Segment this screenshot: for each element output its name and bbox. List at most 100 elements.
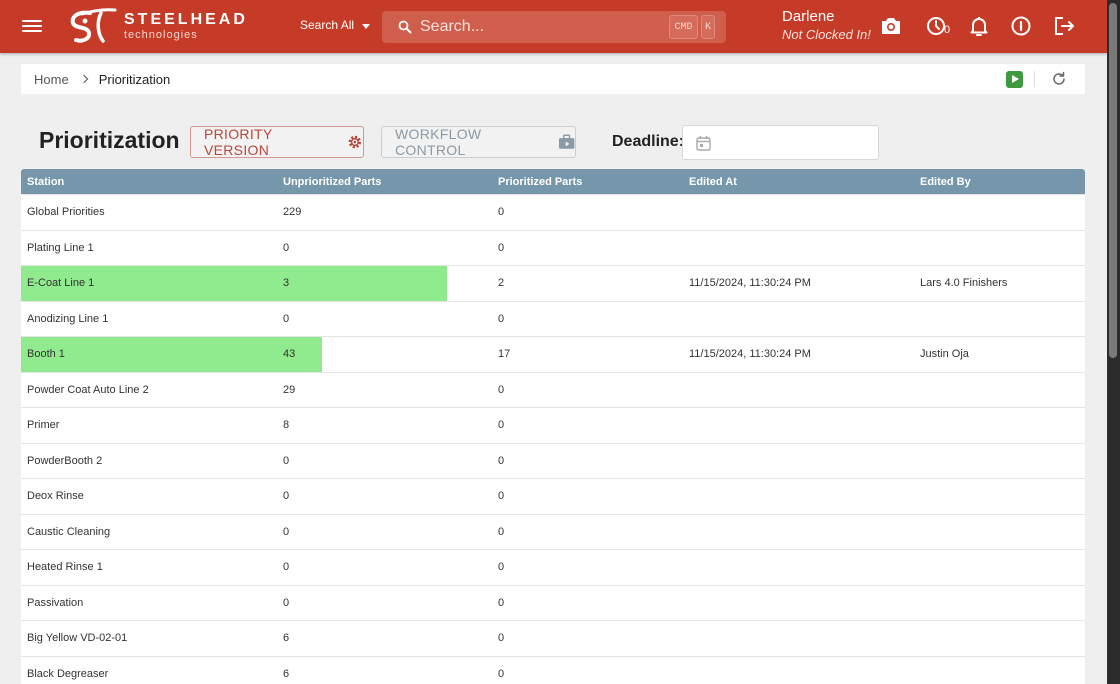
cell-edited-at: 11/15/2024, 11:30:24 PM (689, 348, 811, 360)
cell-station: Anodizing Line 1 (27, 312, 109, 325)
cell-station: E-Coat Line 1 (27, 277, 95, 289)
cell-station: Primer (27, 419, 60, 431)
top-navbar: STEELHEAD technologies Search All CMD K … (0, 0, 1107, 53)
logo-mark-icon (70, 8, 117, 43)
camera-icon[interactable] (879, 14, 903, 38)
global-search[interactable]: CMD K (382, 11, 726, 43)
table-row[interactable]: Anodizing Line 1 0 0 (21, 300, 1085, 336)
cell-edited-by: Justin Oja (920, 348, 969, 360)
cell-station: Passivation (27, 596, 84, 609)
cell-prioritized: 0 (498, 490, 505, 502)
column-header-edited-by[interactable]: Edited By (920, 176, 971, 188)
time-clock-icon[interactable]: 0 (925, 14, 951, 38)
logout-icon[interactable] (1052, 14, 1076, 38)
cell-prioritized: 0 (498, 206, 505, 218)
table-row[interactable]: E-Coat Line 1 3 2 11/15/2024, 11:30:24 PM La… (21, 265, 1085, 301)
table-row[interactable]: Deox Rinse 0 0 (21, 478, 1085, 514)
deadline-date-input[interactable] (682, 125, 879, 160)
cell-prioritized: 0 (498, 561, 505, 573)
cell-unprioritized: 0 (283, 525, 290, 538)
clock-count-badge: 0 (944, 24, 951, 36)
cell-prioritized: 2 (498, 277, 505, 289)
priority-progress-bar (21, 337, 323, 372)
cell-station: Powder Coat Auto Line 2 (27, 383, 149, 396)
cell-prioritized: 0 (498, 667, 505, 680)
cell-station: Big Yellow VD-02-01 (27, 632, 128, 644)
table-row[interactable]: Big Yellow VD-02-01 6 0 (21, 620, 1085, 656)
cell-prioritized: 0 (498, 454, 505, 467)
breadcrumb-current: Prioritization (98, 71, 171, 87)
breadcrumb: Home Prioritization (21, 64, 1085, 94)
cell-station: PowderBooth 2 (27, 454, 103, 467)
cell-station: Black Degreaser (27, 667, 109, 680)
column-header-prioritized[interactable]: Prioritized Parts (498, 176, 582, 188)
cell-unprioritized: 8 (283, 419, 290, 431)
cell-prioritized: 0 (498, 596, 505, 609)
shortcut-key-cmd: CMD (669, 15, 698, 39)
play-icon[interactable] (1006, 71, 1023, 88)
page-scrollbar[interactable] (1107, 0, 1120, 684)
cell-unprioritized: 0 (283, 596, 290, 609)
search-scope-dropdown[interactable]: Search All (300, 18, 371, 32)
cell-unprioritized: 29 (283, 383, 296, 396)
breadcrumb-home-link[interactable]: Home (34, 72, 69, 87)
user-info[interactable]: Darlene Not Clocked In! (782, 8, 871, 44)
deadline-label: Deadline: (612, 133, 685, 150)
cell-station: Plating Line 1 (27, 241, 94, 254)
table-row[interactable]: Powder Coat Auto Line 2 29 0 (21, 371, 1085, 407)
column-header-edited-at[interactable]: Edited At (689, 176, 737, 188)
table-row[interactable]: Global Priorities 229 0 (21, 194, 1085, 230)
table-row[interactable]: Passivation 0 0 (21, 584, 1085, 620)
cell-prioritized: 0 (498, 632, 505, 644)
table-row[interactable]: Caustic Cleaning 0 0 (21, 513, 1085, 549)
cell-station: Booth 1 (27, 348, 65, 360)
cell-station: Heated Rinse 1 (27, 561, 103, 573)
cell-unprioritized: 229 (283, 206, 302, 218)
refresh-icon[interactable] (1051, 71, 1067, 87)
shortcut-key-k: K (701, 15, 715, 39)
clock-status: Not Clocked In! (782, 27, 871, 42)
caret-down-icon (362, 23, 371, 29)
menu-icon[interactable] (22, 17, 42, 35)
priority-version-label: PRIORITY VERSION (204, 126, 273, 158)
cell-edited-at: 11/15/2024, 11:30:24 PM (689, 277, 811, 289)
search-icon (398, 20, 412, 34)
briefcase-play-icon (558, 134, 575, 149)
cell-station: Global Priorities (27, 206, 105, 218)
table-row[interactable]: Heated Rinse 1 0 0 (21, 549, 1085, 585)
divider (1034, 71, 1035, 87)
workflow-control-button[interactable]: WORKFLOW CONTROL (381, 126, 576, 158)
table-header: Station Unprioritized Parts Prioritized … (21, 169, 1085, 194)
table-row[interactable]: Primer 8 0 (21, 407, 1085, 443)
cell-prioritized: 17 (498, 348, 511, 360)
cell-unprioritized: 3 (283, 277, 290, 289)
brand-name: STEELHEAD (124, 11, 248, 28)
search-input[interactable] (420, 18, 660, 36)
table-body: Global Priorities 229 0 Plating Line 1 0 0 E-C… (21, 194, 1085, 684)
calendar-icon (696, 136, 711, 151)
cell-unprioritized: 0 (283, 454, 290, 467)
cell-unprioritized: 0 (283, 312, 290, 325)
search-scope-label: Search All (300, 18, 355, 32)
steelhead-logo[interactable]: STEELHEAD technologies (68, 7, 248, 45)
cell-prioritized: 0 (498, 241, 505, 254)
cell-station: Deox Rinse (27, 490, 84, 502)
column-header-unprioritized[interactable]: Unprioritized Parts (283, 176, 381, 188)
cell-prioritized: 0 (498, 419, 505, 431)
cell-prioritized: 0 (498, 525, 505, 538)
scrollbar-thumb[interactable] (1109, 3, 1117, 358)
table-row[interactable]: Black Degreaser 6 0 (21, 655, 1085, 684)
bell-icon[interactable] (967, 14, 991, 38)
cell-unprioritized: 0 (283, 561, 290, 573)
table-row[interactable]: Plating Line 1 0 0 (21, 229, 1085, 265)
priority-version-button[interactable]: PRIORITY VERSION (190, 126, 364, 158)
user-name: Darlene (782, 8, 835, 25)
cell-unprioritized: 6 (283, 667, 290, 680)
cell-prioritized: 0 (498, 383, 505, 396)
cell-prioritized: 0 (498, 312, 505, 325)
gear-icon (348, 135, 362, 149)
info-icon[interactable] (1009, 14, 1033, 38)
table-row[interactable]: PowderBooth 2 0 0 (21, 442, 1085, 478)
column-header-station[interactable]: Station (27, 176, 64, 188)
table-row[interactable]: Booth 1 43 17 11/15/2024, 11:30:24 PM Justin… (21, 336, 1085, 372)
